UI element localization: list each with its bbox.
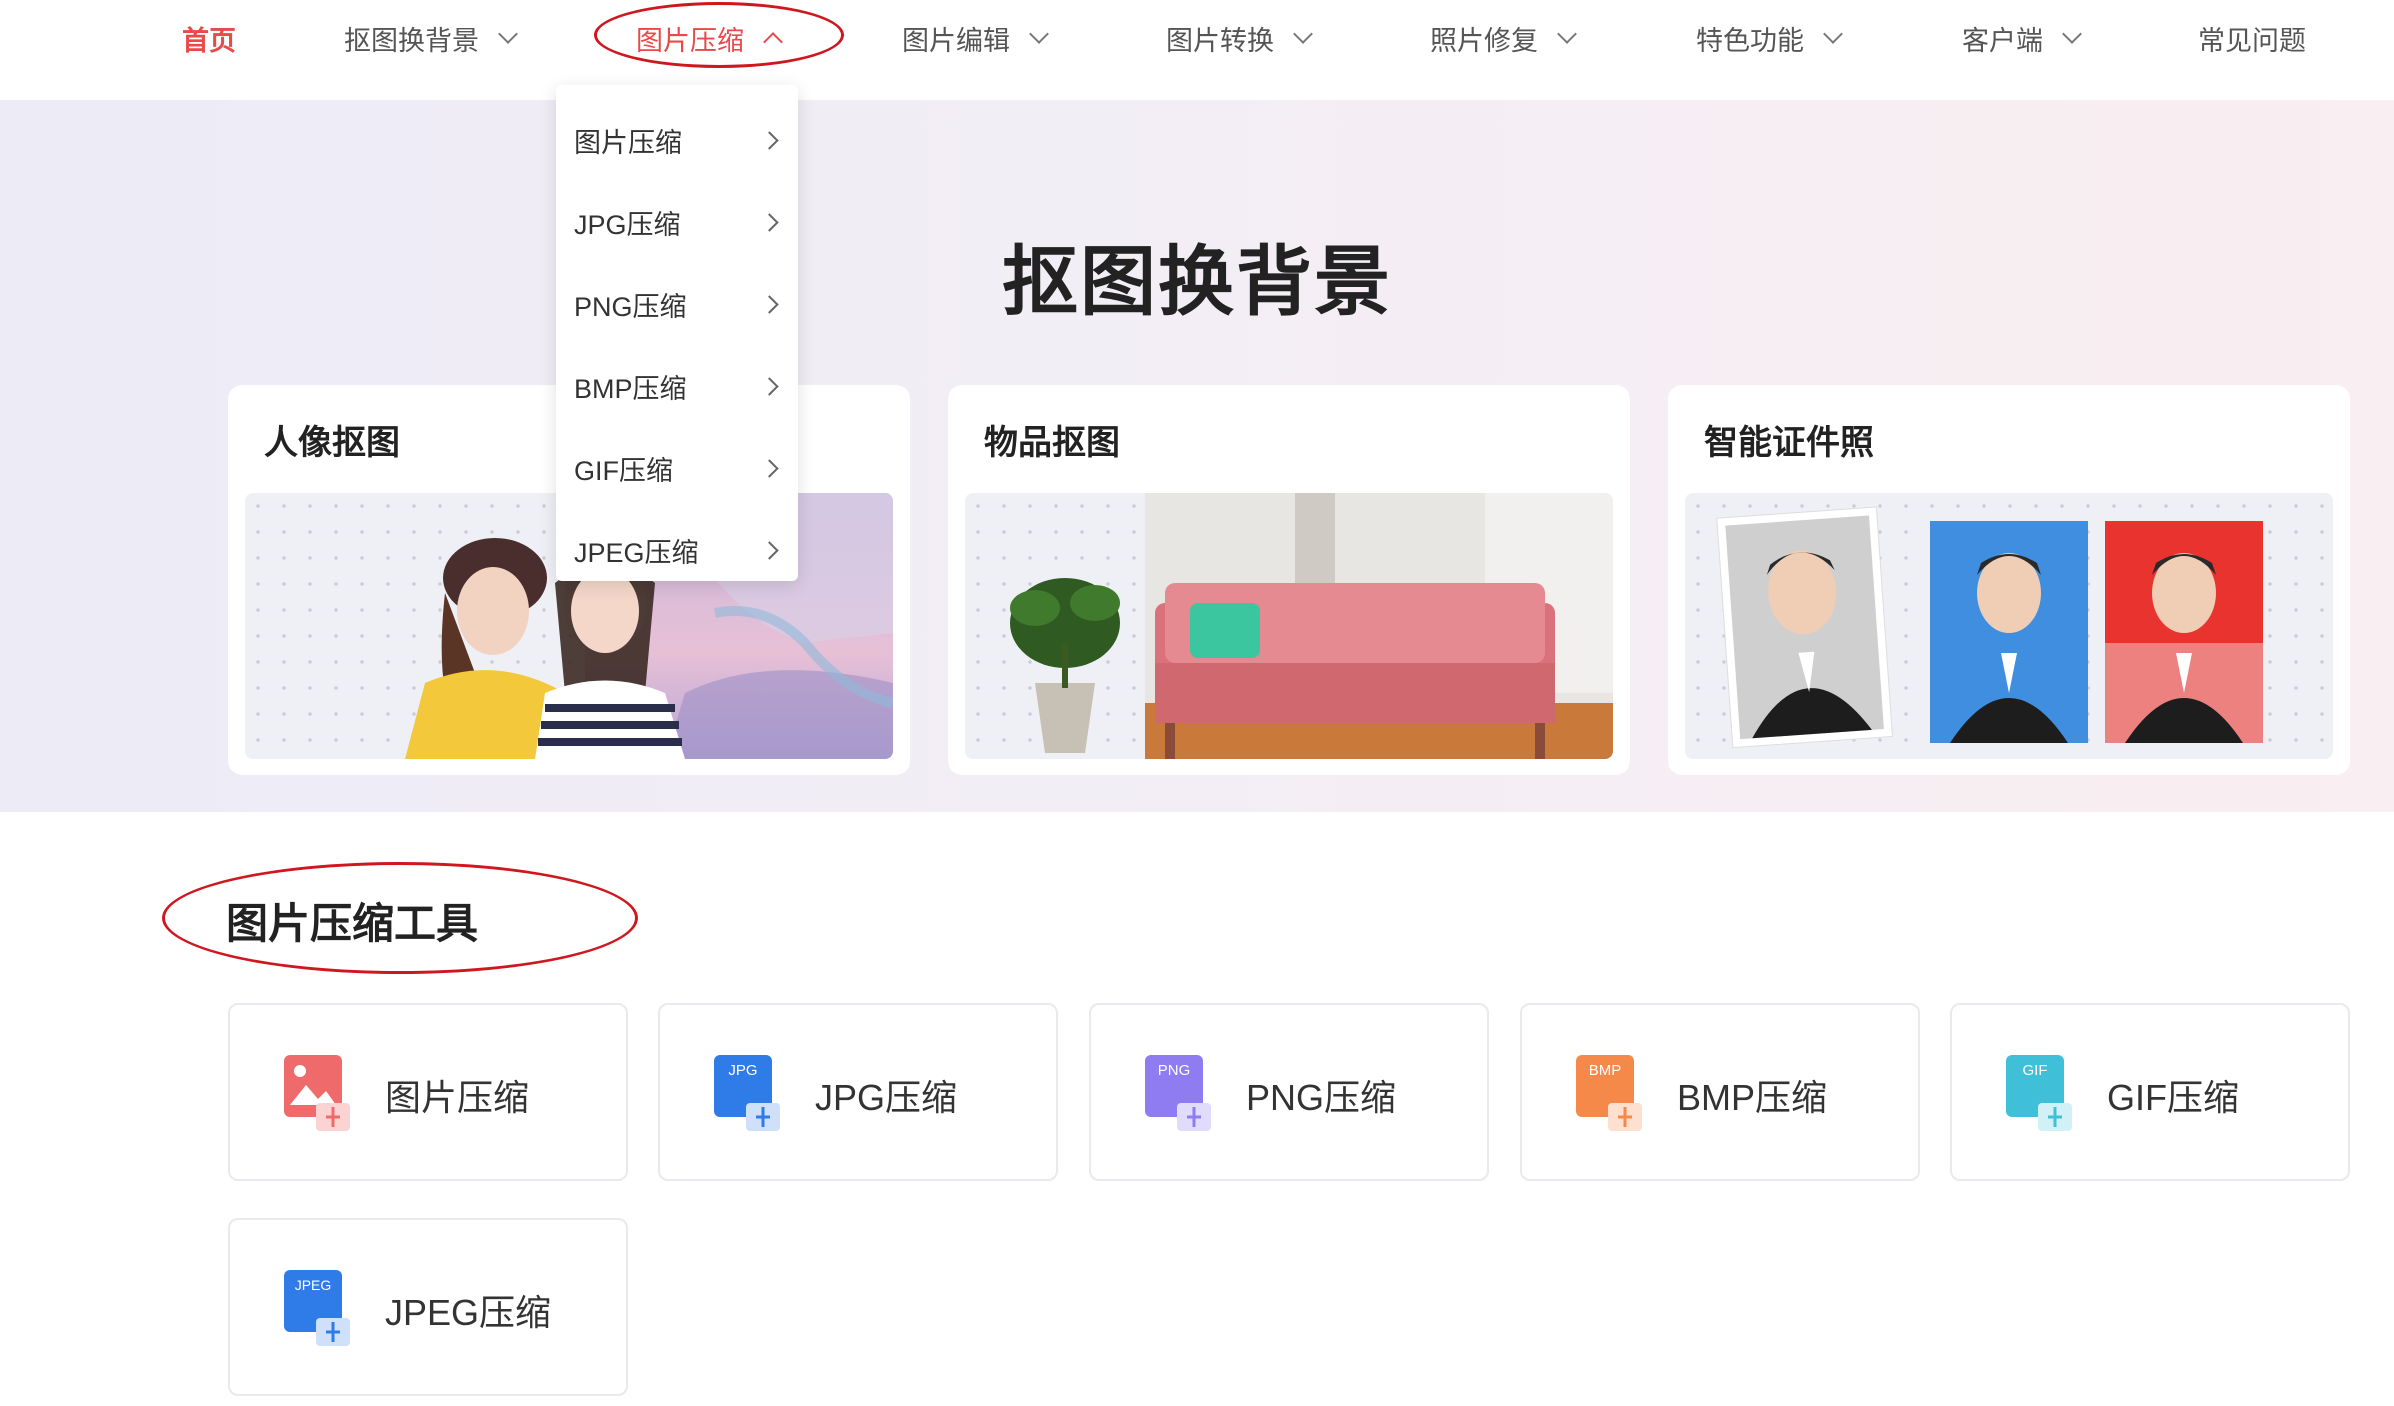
jpg-badge: JPG bbox=[728, 1062, 757, 1079]
id-photo-image bbox=[1685, 493, 2333, 759]
tool-jpeg-compress[interactable]: JPEG JPEG压缩 bbox=[228, 1218, 628, 1396]
hero-title: 抠图换背景 bbox=[1002, 240, 1392, 325]
nav-cutout-background[interactable]: 抠图换背景 bbox=[344, 18, 518, 58]
card-title: 智能证件照 bbox=[1704, 424, 1874, 462]
section-title: 图片压缩工具 bbox=[226, 900, 479, 947]
tool-gif-compress[interactable]: GIF GIF压缩 bbox=[1950, 1003, 2350, 1181]
nav-image-compress[interactable]: 图片压缩 bbox=[636, 18, 783, 58]
chevron-down-icon bbox=[1029, 24, 1049, 44]
gif-badge: GIF bbox=[2023, 1062, 2048, 1079]
tool-label: GIF压缩 bbox=[2107, 1077, 2239, 1118]
bmp-compress-icon: BMP bbox=[1576, 1055, 1642, 1131]
jpeg-badge: JPEG bbox=[295, 1277, 332, 1293]
nav-label: 图片压缩 bbox=[636, 25, 744, 56]
tool-jpg-compress[interactable]: JPG JPG压缩 bbox=[658, 1003, 1058, 1181]
nav-faq[interactable]: 常见问题 bbox=[2198, 18, 2306, 58]
nav-label: 图片编辑 bbox=[902, 25, 1010, 56]
chevron-down-icon bbox=[2062, 24, 2082, 44]
chevron-up-icon bbox=[763, 32, 783, 52]
nav-label: 抠图换背景 bbox=[344, 25, 479, 56]
tool-image-compress[interactable]: 图片压缩 bbox=[228, 1003, 628, 1181]
nav-client[interactable]: 客户端 bbox=[1962, 18, 2082, 58]
top-navigation: 首页 抠图换背景 图片压缩 图片编辑 图片转换 照片修复 特色功能 客户端 常见… bbox=[0, 0, 2394, 100]
nav-photo-repair[interactable]: 照片修复 bbox=[1430, 18, 1577, 58]
nav-label: 图片转换 bbox=[1166, 25, 1274, 56]
nav-label: 特色功能 bbox=[1696, 25, 1804, 56]
dropdown-item-label: PNG压缩 bbox=[574, 291, 687, 322]
nav-home[interactable]: 首页 bbox=[182, 18, 236, 58]
jpg-compress-icon: JPG bbox=[714, 1055, 780, 1131]
tool-label: JPG压缩 bbox=[815, 1077, 958, 1118]
nav-featured[interactable]: 特色功能 bbox=[1696, 18, 1843, 58]
dropdown-item-label: JPG压缩 bbox=[574, 209, 681, 240]
chevron-down-icon bbox=[1293, 24, 1313, 44]
card-object-cutout[interactable]: 物品抠图 bbox=[948, 385, 1630, 775]
dropdown-item-gif-compress[interactable]: GIF压缩 bbox=[556, 427, 798, 509]
tool-label: JPEG压缩 bbox=[385, 1292, 552, 1333]
dropdown-item-label: 图片压缩 bbox=[574, 127, 682, 158]
nav-label: 照片修复 bbox=[1430, 25, 1538, 56]
chevron-down-icon bbox=[498, 24, 518, 44]
compress-dropdown-menu: 图片压缩 JPG压缩 PNG压缩 BMP压缩 GIF压缩 JPEG压缩 bbox=[556, 85, 798, 581]
card-title: 物品抠图 bbox=[984, 424, 1120, 462]
chevron-right-icon bbox=[760, 458, 779, 478]
hero-section: 抠图换背景 人像抠图 物品抠图 智能证件照 bbox=[0, 100, 2394, 812]
dropdown-item-jpg-compress[interactable]: JPG压缩 bbox=[556, 181, 798, 263]
chevron-right-icon bbox=[760, 130, 779, 150]
card-id-photo[interactable]: 智能证件照 bbox=[1668, 385, 2350, 775]
dropdown-item-image-compress[interactable]: 图片压缩 bbox=[556, 99, 798, 181]
dropdown-item-label: JPEG压缩 bbox=[574, 537, 699, 568]
nav-image-convert[interactable]: 图片转换 bbox=[1166, 18, 1313, 58]
image-compress-icon bbox=[284, 1055, 350, 1131]
dropdown-item-label: GIF压缩 bbox=[574, 455, 673, 486]
dropdown-item-png-compress[interactable]: PNG压缩 bbox=[556, 263, 798, 345]
tool-png-compress[interactable]: PNG PNG压缩 bbox=[1089, 1003, 1489, 1181]
jpeg-compress-icon: JPEG bbox=[284, 1270, 350, 1346]
chevron-down-icon bbox=[1823, 24, 1843, 44]
dropdown-item-bmp-compress[interactable]: BMP压缩 bbox=[556, 345, 798, 427]
nav-label: 客户端 bbox=[1962, 25, 2043, 56]
nav-image-edit[interactable]: 图片编辑 bbox=[902, 18, 1049, 58]
chevron-right-icon bbox=[760, 212, 779, 232]
tool-bmp-compress[interactable]: BMP BMP压缩 bbox=[1520, 1003, 1920, 1181]
chevron-right-icon bbox=[760, 294, 779, 314]
tool-label: 图片压缩 bbox=[385, 1077, 530, 1118]
nav-label: 常见问题 bbox=[2198, 25, 2306, 56]
png-compress-icon: PNG bbox=[1145, 1055, 1211, 1131]
png-badge: PNG bbox=[1158, 1062, 1191, 1079]
card-title: 人像抠图 bbox=[264, 424, 400, 462]
sofa-image bbox=[965, 493, 1613, 759]
bmp-badge: BMP bbox=[1589, 1062, 1622, 1079]
dropdown-item-label: BMP压缩 bbox=[574, 373, 687, 404]
chevron-right-icon bbox=[760, 540, 779, 560]
gif-compress-icon: GIF bbox=[2006, 1055, 2072, 1131]
dropdown-item-jpeg-compress[interactable]: JPEG压缩 bbox=[556, 509, 798, 591]
tool-label: BMP压缩 bbox=[1677, 1077, 1828, 1118]
chevron-right-icon bbox=[760, 376, 779, 396]
tool-label: PNG压缩 bbox=[1246, 1077, 1397, 1118]
chevron-down-icon bbox=[1557, 24, 1577, 44]
nav-home-label: 首页 bbox=[182, 25, 236, 56]
